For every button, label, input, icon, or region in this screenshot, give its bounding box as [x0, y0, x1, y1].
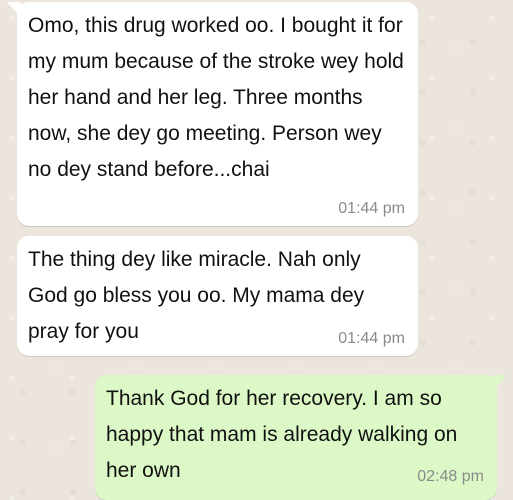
message-timestamp: 01:44 pm	[338, 200, 405, 217]
bubble-tail	[7, 2, 21, 18]
outgoing-message-bubble[interactable]: Thank God for her recovery. I am so happ…	[95, 375, 507, 500]
incoming-message-bubble[interactable]: The thing dey like miracle. Nah only God…	[17, 236, 418, 356]
bubble-tail	[493, 375, 507, 391]
incoming-message-bubble[interactable]: Omo, this drug worked oo. I bought it fo…	[7, 2, 418, 226]
message-timestamp: 02:48 pm	[417, 468, 484, 485]
message-text: Omo, this drug worked oo. I bought it fo…	[28, 14, 404, 181]
message-timestamp: 01:44 pm	[338, 330, 405, 347]
chat-message-list[interactable]: Omo, this drug worked oo. I bought it fo…	[0, 0, 513, 500]
